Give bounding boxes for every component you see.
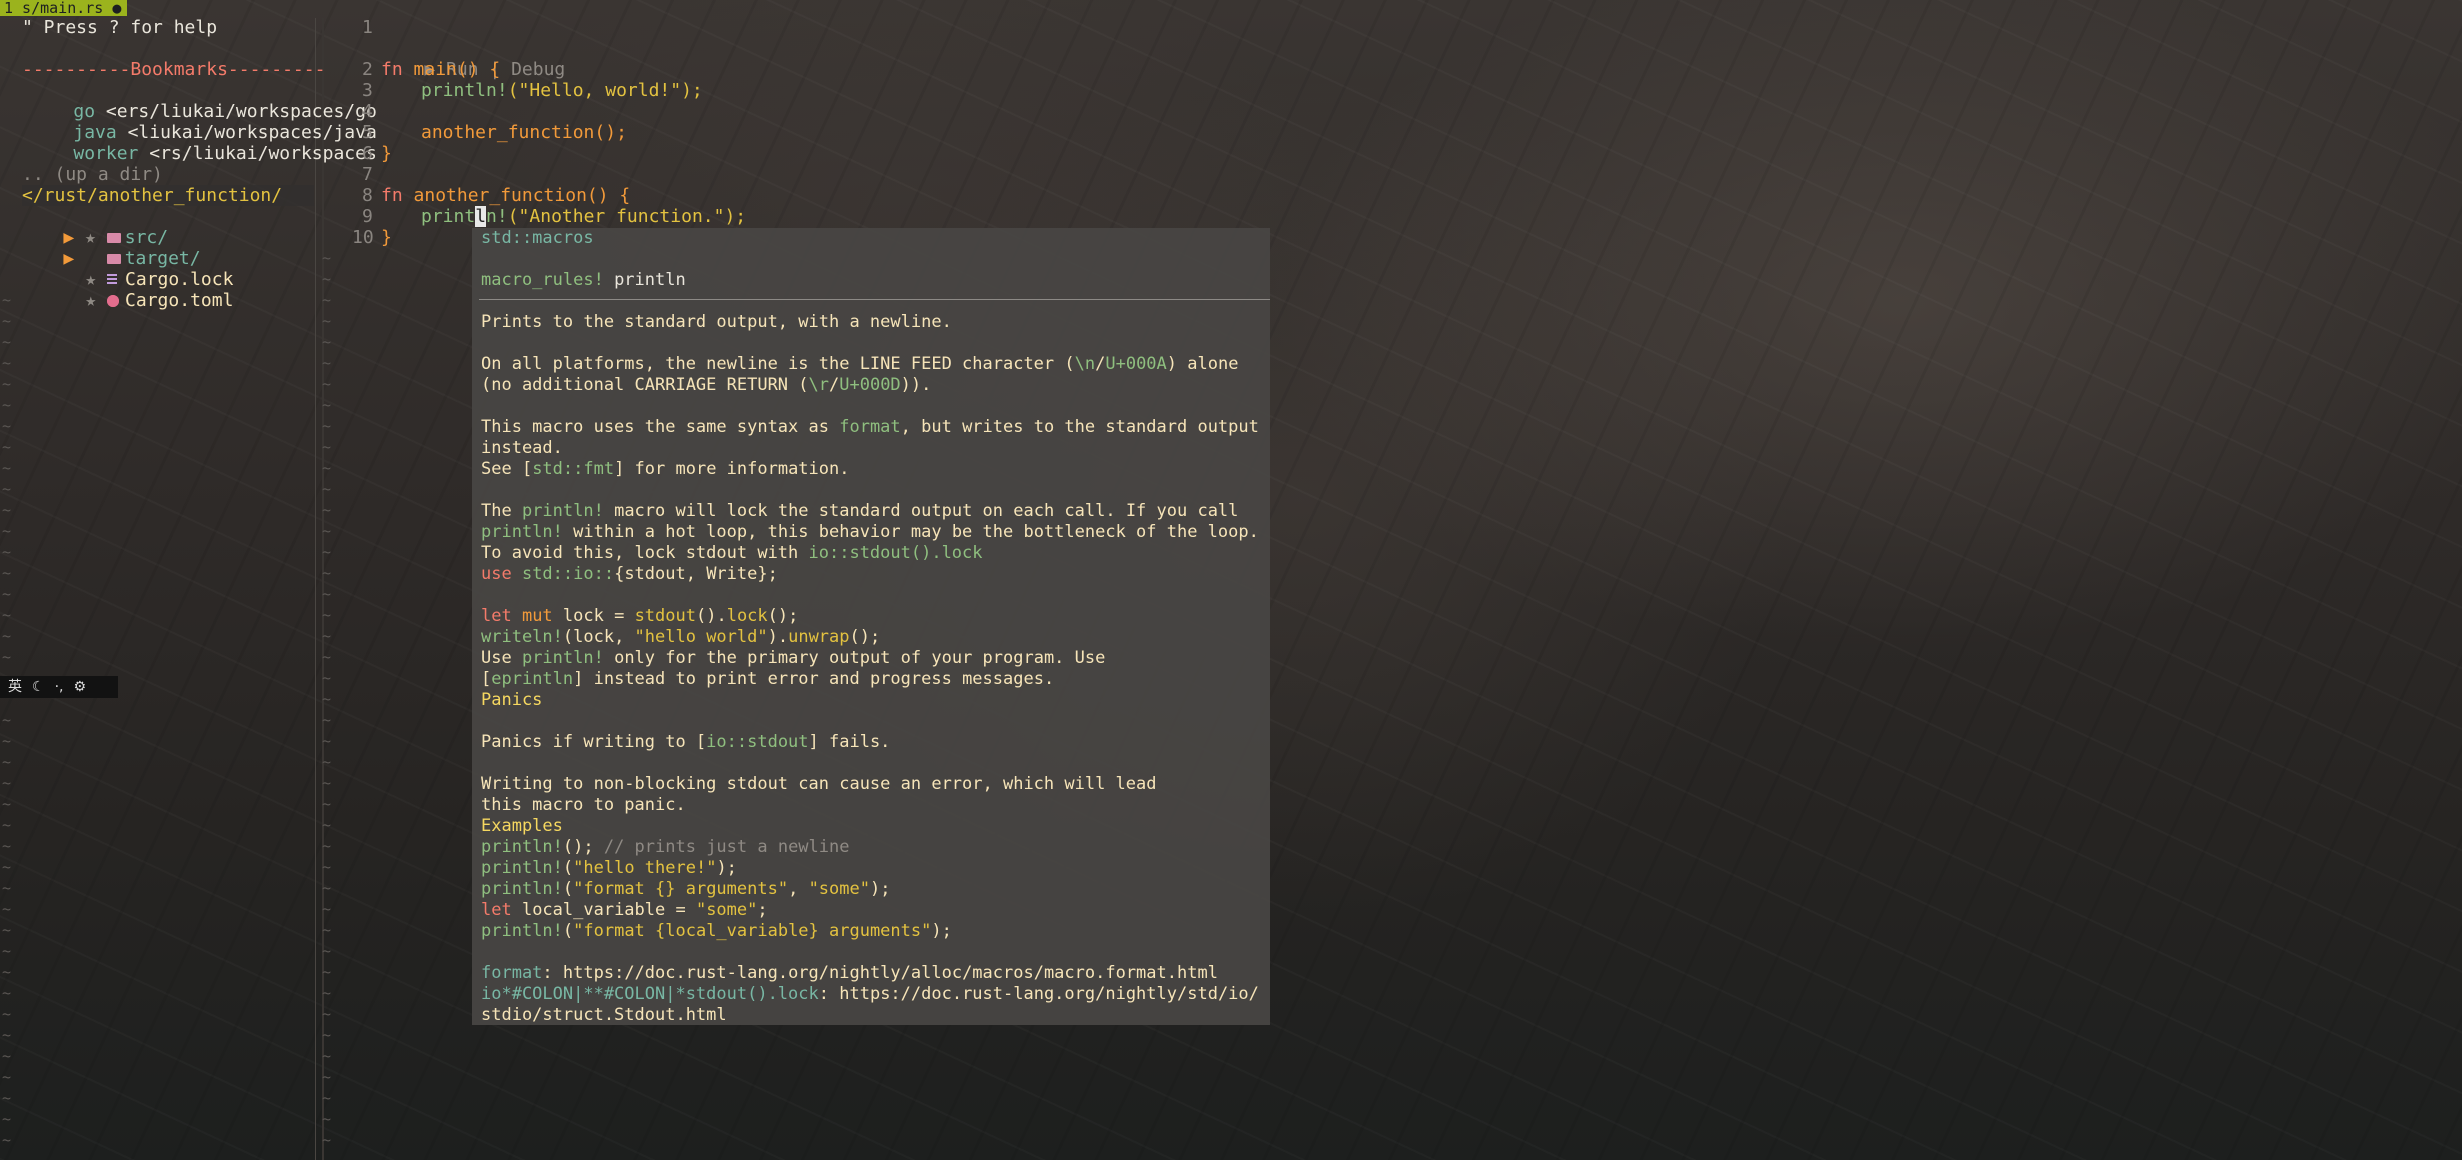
doc-text: The println! macro will lock the standar… [481, 501, 1239, 521]
doc-link[interactable]: io::stdout [706, 732, 808, 752]
doc-code: let local_variable = "some"; [481, 900, 768, 920]
input-method-toolbar[interactable]: 英 ☾ ·, ⚙ [0, 676, 118, 698]
gear-icon [107, 295, 120, 307]
line-number: 5 [362, 122, 373, 143]
code-line-10: } [381, 227, 392, 248]
sidebar-divider [315, 18, 316, 1160]
line-number: 6 [362, 143, 373, 164]
tree-item-cargo-lock[interactable]: ★ Cargo.lock [42, 248, 233, 290]
code-line-9: println!("Another function."); [421, 206, 747, 227]
doc-text: println! within a hot loop, this behavio… [481, 522, 1259, 542]
bookmark-item-worker[interactable]: worker <rs/liukai/workspaces [30, 122, 376, 164]
tree-item-src[interactable]: ▶ ★ src/ [20, 206, 168, 248]
text-cursor: l [475, 206, 487, 227]
bookmark-name: worker [73, 143, 139, 164]
code-line-2: fn main() { [381, 59, 501, 80]
doc-link[interactable]: format [839, 417, 900, 437]
line-number: 9 [362, 206, 373, 227]
doc-link[interactable]: eprintln [491, 669, 573, 689]
doc-text: this macro to panic. [481, 795, 686, 815]
up-dir-link[interactable]: .. (up a dir) [22, 164, 163, 185]
doc-signature: macro_rules! println [481, 270, 686, 290]
hover-doc-popup[interactable]: std::macros macro_rules! println Prints … [472, 228, 1270, 1025]
ime-language-icon[interactable]: 英 [8, 676, 22, 698]
gear-icon[interactable]: ⚙ [73, 676, 86, 698]
line-number: 8 [362, 185, 373, 206]
doc-text: instead. [481, 438, 563, 458]
doc-text: On all platforms, the newline is the LIN… [481, 354, 1239, 374]
code-line-3: println!("Hello, world!"); [421, 80, 703, 101]
doc-code: println!(); // prints just a newline [481, 837, 850, 857]
doc-text: Panics if writing to [io::stdout] fails. [481, 732, 891, 752]
code-line-6: } [381, 143, 392, 164]
doc-text: [eprintln] instead to print error and pr… [481, 669, 1055, 689]
doc-divider [479, 299, 1270, 300]
doc-path: std::macros [481, 228, 594, 248]
tree-item-target[interactable]: ▶ target/ [20, 227, 200, 269]
doc-code: println!("format {local_variable} argume… [481, 921, 952, 941]
doc-text: (no additional CARRIAGE RETURN (\r/U+000… [481, 375, 932, 395]
line-number: 2 [362, 59, 373, 80]
buffer-tab[interactable]: 1 s/main.rs ● [0, 0, 128, 16]
doc-heading: Panics [481, 690, 543, 710]
code-line-5: another_function(); [421, 122, 627, 143]
moon-icon[interactable]: ☾ [32, 676, 45, 698]
current-directory[interactable]: </rust/another_function/ [22, 185, 314, 206]
doc-text: Writing to non-blocking stdout can cause… [481, 774, 1157, 794]
doc-link-ref[interactable]: io*#COLON|**#COLON|*stdout().lock: https… [481, 984, 1259, 1005]
line-number: 4 [362, 101, 373, 122]
line-number: 10 [352, 227, 374, 248]
line-number: 7 [362, 164, 373, 185]
tree-item-label: Cargo.toml [125, 290, 234, 311]
punctuation-icon[interactable]: ·, [55, 676, 64, 698]
line-number: 1 [362, 17, 373, 38]
bookmark-star-icon: ★ [85, 290, 97, 311]
doc-link-ref[interactable]: stdio/struct.Stdout.html [481, 1005, 727, 1026]
bookmark-path: <rs/liukai/workspaces [149, 143, 377, 164]
doc-text: Prints to the standard output, with a ne… [481, 312, 952, 332]
debug-codelens[interactable]: Debug [511, 59, 565, 80]
doc-text: This macro uses the same syntax as forma… [481, 417, 1259, 437]
doc-code: println!("format {} arguments", "some"); [481, 879, 891, 899]
doc-link[interactable]: std::fmt [532, 459, 614, 479]
bookmark-item-go[interactable]: go <ers/liukai/workspaces/go [30, 80, 376, 122]
tree-item-cargo-toml[interactable]: ★ Cargo.toml [42, 269, 233, 311]
help-hint: " Press ? for help [22, 17, 218, 38]
doc-link[interactable]: io::stdout().lock [809, 543, 983, 563]
code-line-8: fn another_function() { [381, 185, 631, 206]
doc-code: println!("hello there!"); [481, 858, 737, 878]
doc-code: writeln!(lock, "hello world").unwrap(); [481, 627, 881, 647]
doc-code: let mut lock = stdout().lock(); [481, 606, 799, 626]
doc-heading: Examples [481, 816, 563, 836]
doc-text: See [std::fmt] for more information. [481, 459, 850, 479]
doc-link-ref[interactable]: format: https://doc.rust-lang.org/nightl… [481, 963, 1218, 984]
doc-text: To avoid this, lock stdout with io::stdo… [481, 543, 983, 563]
bookmark-item-java[interactable]: java <liukai/workspaces/java [30, 101, 376, 143]
codelens: ▶ Run | Debug [381, 38, 565, 80]
doc-text: Use println! only for the primary output… [481, 648, 1106, 668]
line-number: 3 [362, 80, 373, 101]
bookmarks-header: ----------Bookmarks--------- [22, 59, 326, 80]
doc-code: use std::io::{stdout, Write}; [481, 564, 778, 584]
